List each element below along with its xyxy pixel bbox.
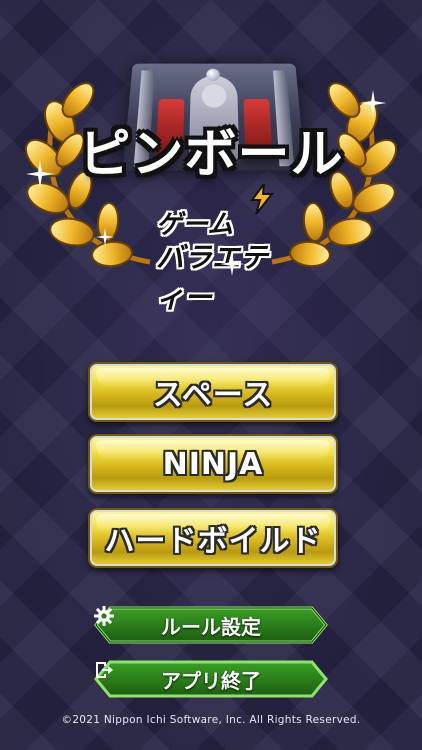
rule-settings-button[interactable]: ルール設定 <box>94 606 328 644</box>
sparkle-icon <box>220 252 244 276</box>
sparkle-icon <box>360 90 386 116</box>
game-logo: ピンボール ゲーム バラエティー <box>0 0 422 314</box>
exit-app-label: アプリ終了 <box>161 668 261 693</box>
lightning-bolt-icon <box>250 184 274 214</box>
copyright-text: ©2021 Nippon Ichi Software, Inc. All Rig… <box>61 714 361 726</box>
mode-space-label: スペース <box>152 378 274 413</box>
mode-space-button[interactable]: スペース <box>88 362 338 422</box>
gear-icon <box>94 606 114 626</box>
mode-ninja-button[interactable]: NINJA <box>88 434 338 494</box>
sparkle-icon <box>26 160 54 188</box>
mode-hardboiled-button[interactable]: ハードボイルド <box>88 508 338 568</box>
exit-app-button[interactable]: アプリ終了 <box>94 660 328 698</box>
sparkle-icon <box>96 228 114 246</box>
mode-ninja-label: NINJA <box>162 446 264 482</box>
game-title: ピンボール <box>78 125 344 185</box>
mode-hardboiled-label: ハードボイルド <box>104 524 322 559</box>
rule-settings-label: ルール設定 <box>161 614 261 639</box>
title-screen: ピンボール ゲーム バラエティー スペース NINJA ハードボイルド ルール設… <box>0 0 422 750</box>
subtitle-line2: バラエティー <box>156 241 269 314</box>
exit-icon <box>96 662 113 678</box>
